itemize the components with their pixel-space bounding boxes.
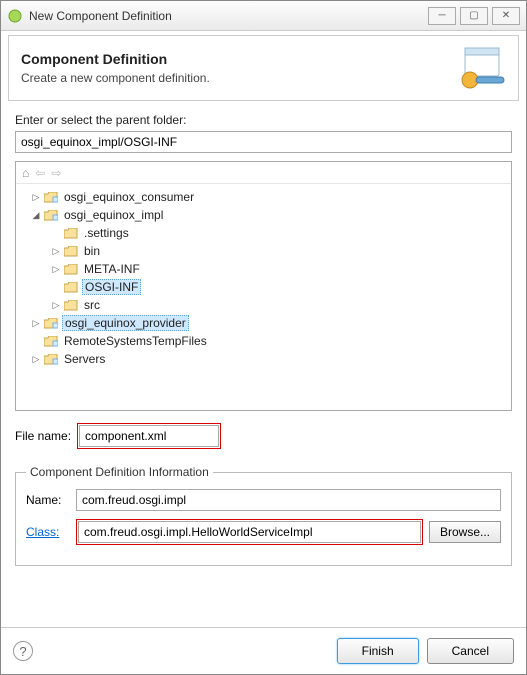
group-legend: Component Definition Information (26, 465, 213, 479)
banner: Component Definition Create a new compon… (8, 35, 519, 101)
tree-node[interactable]: OSGI-INF (20, 278, 507, 296)
folder-icon (64, 282, 78, 293)
tree-node[interactable]: RemoteSystemsTempFiles (20, 332, 507, 350)
name-input[interactable] (76, 489, 501, 511)
project-icon (44, 210, 58, 221)
back-icon[interactable]: ⇦ (35, 166, 45, 180)
expand-icon[interactable]: ◢ (28, 210, 44, 221)
tree-node-label: osgi_equinox_consumer (62, 190, 196, 204)
close-button[interactable]: ✕ (492, 7, 520, 25)
window-title: New Component Definition (29, 9, 424, 23)
minimize-button[interactable]: ─ (428, 7, 456, 25)
finish-button[interactable]: Finish (337, 638, 419, 664)
forward-icon[interactable]: ⇨ (51, 166, 61, 180)
tree-node-label: osgi_equinox_impl (62, 208, 165, 222)
tree-node-label: OSGI-INF (82, 279, 141, 295)
folder-icon (64, 300, 78, 311)
expand-icon[interactable]: ▷ (48, 300, 64, 311)
cancel-button[interactable]: Cancel (427, 638, 514, 664)
tree-node-label: RemoteSystemsTempFiles (62, 334, 209, 348)
tree-node-label: Servers (62, 352, 107, 366)
wizard-icon (450, 46, 506, 90)
content-area: Enter or select the parent folder: ⌂ ⇦ ⇨… (1, 101, 526, 627)
tree-node[interactable]: .settings (20, 224, 507, 242)
home-icon[interactable]: ⌂ (22, 166, 29, 180)
parent-folder-label: Enter or select the parent folder: (15, 113, 512, 127)
help-icon[interactable]: ? (13, 641, 33, 661)
tree-node[interactable]: ▷ Servers (20, 350, 507, 368)
expand-icon[interactable]: ▷ (28, 354, 44, 365)
filename-label: File name: (15, 429, 71, 443)
expand-icon[interactable]: ▷ (48, 264, 64, 275)
app-icon (7, 8, 23, 24)
filename-input[interactable] (79, 425, 219, 447)
expand-icon[interactable]: ▷ (48, 246, 64, 257)
project-icon (44, 336, 58, 347)
tree-node[interactable]: ▷ osgi_equinox_provider (20, 314, 507, 332)
tree-body[interactable]: ▷ osgi_equinox_consumer ◢ osgi_equinox_impl… (16, 184, 511, 410)
tree-node[interactable]: ▷ META-INF (20, 260, 507, 278)
tree-node[interactable]: ▷ bin (20, 242, 507, 260)
tree-node[interactable]: ▷ osgi_equinox_consumer (20, 188, 507, 206)
tree-node-label: src (82, 298, 102, 312)
class-input[interactable] (78, 521, 421, 543)
tree-node-label: bin (82, 244, 102, 258)
tree-node[interactable]: ◢ osgi_equinox_impl (20, 206, 507, 224)
titlebar: New Component Definition ─ ▢ ✕ (1, 1, 526, 31)
folder-icon (64, 228, 78, 239)
maximize-button[interactable]: ▢ (460, 7, 488, 25)
project-icon (44, 354, 58, 365)
class-label[interactable]: Class: (26, 525, 70, 539)
component-info-group: Component Definition Information Name: C… (15, 465, 512, 566)
tree-node-label: META-INF (82, 262, 142, 276)
name-label: Name: (26, 493, 70, 507)
banner-description: Create a new component definition. (21, 71, 450, 85)
project-icon (44, 192, 58, 203)
parent-folder-input[interactable] (15, 131, 512, 153)
tree-node-label: .settings (82, 226, 131, 240)
banner-title: Component Definition (21, 51, 450, 67)
expand-icon[interactable]: ▷ (28, 192, 44, 203)
folder-tree: ⌂ ⇦ ⇨ ▷ osgi_equinox_consumer ◢ osgi_equino… (15, 161, 512, 411)
project-icon (44, 318, 58, 329)
folder-icon (64, 246, 78, 257)
footer: ? Finish Cancel (1, 627, 526, 674)
tree-node-label: osgi_equinox_provider (62, 315, 189, 331)
tree-toolbar: ⌂ ⇦ ⇨ (16, 162, 511, 184)
browse-button[interactable]: Browse... (429, 521, 501, 543)
expand-icon[interactable]: ▷ (28, 318, 44, 329)
folder-icon (64, 264, 78, 275)
tree-node[interactable]: ▷ src (20, 296, 507, 314)
dialog-window: New Component Definition ─ ▢ ✕ Component… (0, 0, 527, 675)
